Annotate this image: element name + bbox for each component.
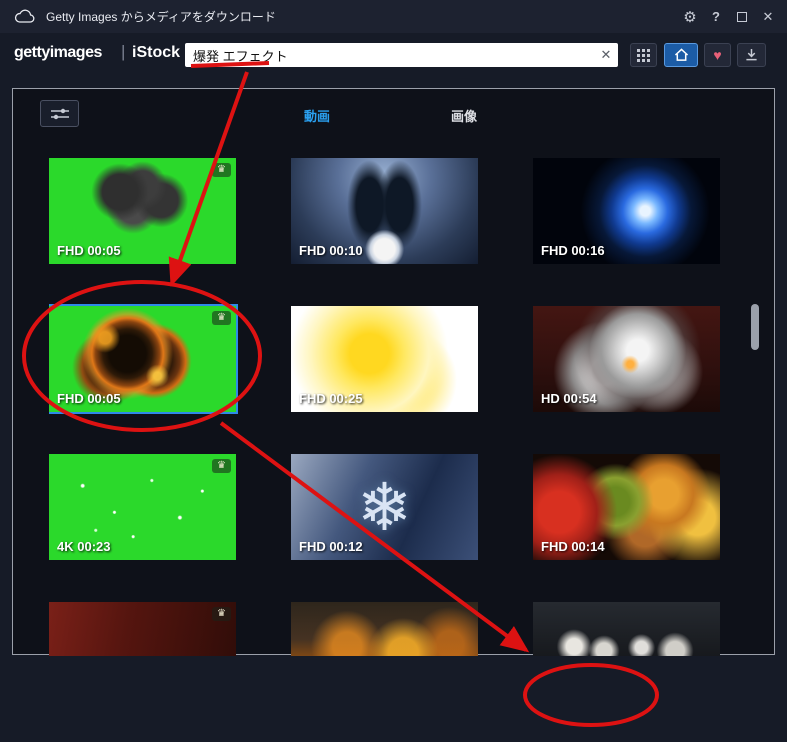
media-panel: 動画 画像 ♛ FHD 00:05 FHD 00:10 FHD 00:16 ♛ FHD 0…: [12, 88, 775, 656]
thumbnail-grid: ♛ FHD 00:05 FHD 00:10 FHD 00:16 ♛ FHD 00:05 FH…: [49, 158, 720, 656]
video-thumbnail[interactable]: ♛ 4K 00:23: [49, 454, 236, 560]
getty-download-window: Getty Images からメディアをダウンロード ⚙ ? ✕ gettyim…: [0, 0, 787, 742]
settings-gear-icon[interactable]: ⚙: [677, 4, 703, 30]
video-duration-label: FHD 00:05: [57, 243, 121, 258]
video-thumbnail[interactable]: FHD 00:10: [291, 158, 478, 264]
favorites-heart-button[interactable]: ♥: [704, 43, 731, 67]
filter-sliders-icon: [50, 108, 69, 119]
heart-icon: ♥: [713, 47, 722, 63]
grid-icon: [637, 48, 650, 62]
tab-image[interactable]: 画像: [451, 106, 477, 125]
download-icon: [746, 48, 757, 61]
scrollbar-thumb[interactable]: [751, 304, 759, 350]
video-thumbnail[interactable]: [533, 602, 720, 656]
premium-crown-icon: ♛: [212, 311, 231, 325]
premium-crown-icon: ♛: [212, 607, 231, 621]
home-icon: [674, 48, 688, 61]
video-thumbnail[interactable]: ♛ FHD 00:05: [49, 158, 236, 264]
video-thumbnail[interactable]: FHD 00:14: [533, 454, 720, 560]
video-duration-label: FHD 00:10: [299, 243, 363, 258]
close-icon[interactable]: ✕: [755, 4, 781, 30]
gettyimages-logo: gettyimages: [14, 44, 102, 61]
istock-logo: iStock: [132, 44, 181, 61]
video-thumbnail[interactable]: FHD 00:12: [291, 454, 478, 560]
video-thumbnail[interactable]: ♛: [49, 602, 236, 656]
tab-video[interactable]: 動画: [304, 106, 330, 125]
logo-separator: |: [121, 42, 126, 61]
video-duration-label: FHD 00:14: [541, 539, 605, 554]
home-button[interactable]: [664, 43, 698, 67]
video-duration-label: FHD 00:12: [299, 539, 363, 554]
maximize-box: [737, 11, 747, 22]
titlebar: Getty Images からメディアをダウンロード ⚙ ? ✕: [0, 0, 787, 33]
video-duration-label: HD 00:54: [541, 391, 597, 406]
premium-crown-icon: ♛: [212, 459, 231, 473]
downloads-button[interactable]: [737, 43, 766, 67]
help-icon[interactable]: ?: [703, 4, 729, 30]
video-thumbnail[interactable]: HD 00:54: [533, 306, 720, 412]
footer: ‹ › / 35 ダウンロード FHD 1080p▼: [0, 655, 787, 742]
grid-view-button[interactable]: [630, 43, 657, 67]
premium-crown-icon: ♛: [212, 163, 231, 177]
cloud-icon: [14, 9, 36, 24]
video-duration-label: FHD 00:25: [299, 391, 363, 406]
clear-search-icon[interactable]: ✕: [594, 47, 618, 63]
maximize-icon[interactable]: [729, 4, 755, 30]
window-title: Getty Images からメディアをダウンロード: [46, 10, 276, 24]
video-duration-label: FHD 00:05: [57, 391, 121, 406]
video-duration-label: 4K 00:23: [57, 539, 111, 554]
video-thumbnail[interactable]: [291, 602, 478, 656]
search-box: ✕: [185, 43, 618, 67]
video-thumbnail[interactable]: ♛ FHD 00:05: [49, 306, 236, 412]
video-thumbnail[interactable]: FHD 00:25: [291, 306, 478, 412]
search-input[interactable]: [185, 43, 594, 67]
video-thumbnail[interactable]: FHD 00:16: [533, 158, 720, 264]
filter-button[interactable]: [40, 100, 79, 127]
video-duration-label: FHD 00:16: [541, 243, 605, 258]
